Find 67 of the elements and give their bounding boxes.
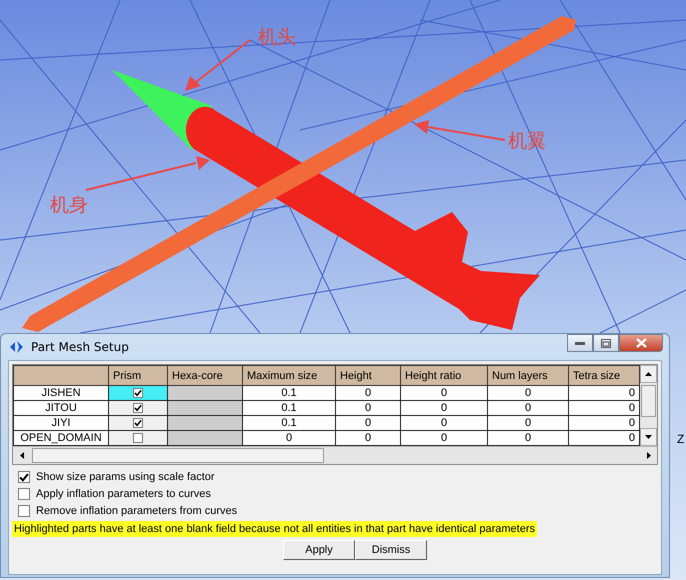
- part-label: 机身: [50, 193, 88, 218]
- app-icon: [9, 339, 25, 355]
- minimize-button[interactable]: [567, 334, 593, 352]
- table-cell: 0: [568, 430, 640, 446]
- table-cell: 0: [400, 430, 488, 446]
- checkbox-label: Apply inflation parameters to curves: [36, 488, 211, 500]
- column-header: Prism: [108, 366, 168, 386]
- apply-button[interactable]: Apply: [283, 540, 355, 560]
- minimize-icon: [575, 341, 585, 345]
- column-header: Hexa-core: [168, 366, 242, 386]
- prism-cell[interactable]: [108, 400, 168, 416]
- checkbox-label: Show size params using scale factor: [36, 471, 215, 483]
- axis-label: Z: [677, 432, 684, 446]
- column-header: Height: [336, 366, 400, 386]
- part-name-cell: JISHEN: [14, 386, 108, 400]
- column-header: Num layers: [488, 366, 568, 386]
- column-header: Tetra size: [568, 366, 640, 386]
- warning-note: Highlighted parts have at least one blank field because not all entities in that part have identical parameters: [12, 521, 537, 537]
- dismiss-button[interactable]: Dismiss: [355, 540, 427, 560]
- checkbox[interactable]: [133, 418, 143, 428]
- part-name-cell: JITOU: [14, 400, 108, 416]
- vertical-scrollbar[interactable]: [640, 365, 657, 446]
- table-cell: 0: [400, 400, 488, 416]
- part-label: 机翼: [508, 129, 546, 154]
- table-cell: 0: [400, 386, 488, 400]
- checkbox[interactable]: [18, 471, 30, 483]
- pointer-arrow: [185, 39, 251, 91]
- prism-cell[interactable]: [108, 416, 168, 430]
- left-arrow-icon: [20, 452, 24, 459]
- close-button[interactable]: [619, 334, 663, 352]
- table-cell: 0: [568, 400, 640, 416]
- column-header: Height ratio: [400, 366, 488, 386]
- table-cell: 0.1: [242, 400, 336, 416]
- prism-cell[interactable]: [108, 430, 168, 446]
- prism-cell[interactable]: [108, 386, 168, 400]
- part-label: 机头: [258, 25, 296, 50]
- part-name-cell: JIYI: [14, 416, 108, 430]
- table-cell: 0: [488, 416, 568, 430]
- table-cell: 0: [336, 430, 400, 446]
- table-cell: 0: [400, 416, 488, 430]
- checkbox[interactable]: [133, 388, 143, 398]
- table-cell: 0: [488, 400, 568, 416]
- part-name-cell: OPEN_DOMAIN: [14, 430, 108, 446]
- horizontal-scrollbar[interactable]: [13, 446, 657, 464]
- table-cell: 0: [336, 400, 400, 416]
- down-arrow-icon: [645, 435, 652, 439]
- table-cell: 0: [568, 386, 640, 400]
- checkbox-label: Remove inflation parameters from curves: [36, 505, 238, 517]
- maximize-icon: [601, 338, 611, 348]
- up-arrow-icon: [645, 372, 652, 376]
- checkbox[interactable]: [133, 403, 143, 414]
- column-header: Maximum size: [242, 366, 336, 386]
- right-arrow-icon: [646, 452, 650, 459]
- table-cell: 0: [336, 416, 400, 430]
- table-cell: 0: [488, 386, 568, 400]
- table-cell: 0: [568, 416, 640, 430]
- table-cell: 0: [488, 430, 568, 446]
- checkbox[interactable]: [18, 488, 30, 500]
- checkbox[interactable]: [133, 433, 143, 444]
- close-icon: [636, 338, 646, 348]
- window-title: Part Mesh Setup: [31, 340, 129, 354]
- table-cell: 0.1: [242, 386, 336, 400]
- checkbox[interactable]: [18, 505, 30, 517]
- table-cell: 0.1: [242, 416, 336, 430]
- maximize-button[interactable]: [593, 334, 619, 352]
- table-cell: 0: [336, 386, 400, 400]
- table-cell: 0: [242, 430, 336, 446]
